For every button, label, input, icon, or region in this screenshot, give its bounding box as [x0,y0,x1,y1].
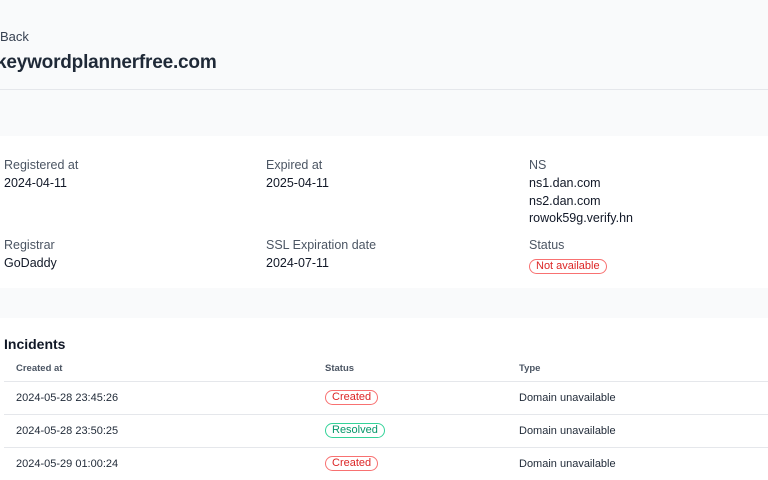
incident-type: Domain unavailable [519,458,616,470]
table-row[interactable]: 2024-05-29 01:00:24 Created Domain unava… [4,448,768,480]
expired-at-field: Expired at 2025-04-11 [266,157,329,193]
column-header-status[interactable]: Status [325,363,354,374]
incidents-table: Created at Status Type 2024-05-28 23:45:… [4,358,768,480]
status-field: Status Not available [529,237,607,274]
incident-status-badge: Resolved [325,423,385,438]
registrar-label: Registrar [4,238,55,252]
domain-details-card: Registered at 2024-04-11 Expired at 2025… [0,136,768,288]
status-badge: Not available [529,259,607,274]
incident-status-badge: Created [325,456,379,471]
registered-at-label: Registered at [4,158,79,172]
page-header: Back keywordplannerfree.com [0,0,768,90]
incidents-title: Incidents [4,336,66,352]
ns-value: ns2.dan.com [529,193,601,208]
ns-label: NS [529,158,547,172]
ns-field: NS ns1.dan.com ns2.dan.com rowok59g.veri… [529,157,633,228]
incident-type: Domain unavailable [519,392,616,404]
incidents-section: Incidents Created at Status Type 2024-05… [0,318,768,480]
incident-created-at: 2024-05-28 23:50:25 [16,425,119,437]
registered-at-field: Registered at 2024-04-11 [4,157,78,193]
ssl-expiration-label: SSL Expiration date [266,238,377,252]
incident-type: Domain unavailable [519,425,616,437]
page-title: keywordplannerfree.com [0,52,217,73]
incident-created-at: 2024-05-29 01:00:24 [16,458,119,470]
registrar-field: Registrar GoDaddy [4,237,57,273]
back-link[interactable]: Back [0,29,29,44]
expired-at-label: Expired at [266,158,323,172]
column-header-created-at[interactable]: Created at [16,363,62,374]
incident-status-badge: Created [325,390,379,405]
expired-at-value: 2025-04-11 [266,176,330,190]
table-header: Created at Status Type [4,358,768,382]
ssl-expiration-field: SSL Expiration date 2024-07-11 [266,237,376,273]
column-header-type[interactable]: Type [519,363,540,374]
ssl-expiration-value: 2024-07-11 [266,256,330,270]
registrar-value: GoDaddy [4,256,57,270]
status-label: Status [529,238,565,252]
ns-value: ns1.dan.com [529,176,601,190]
ns-value: rowok59g.verify.hn [529,211,633,225]
registered-at-value: 2024-04-11 [4,176,68,190]
table-row[interactable]: 2024-05-28 23:50:25 Resolved Domain unav… [4,415,768,448]
incident-created-at: 2024-05-28 23:45:26 [16,392,119,404]
table-row[interactable]: 2024-05-28 23:45:26 Created Domain unava… [4,382,768,415]
